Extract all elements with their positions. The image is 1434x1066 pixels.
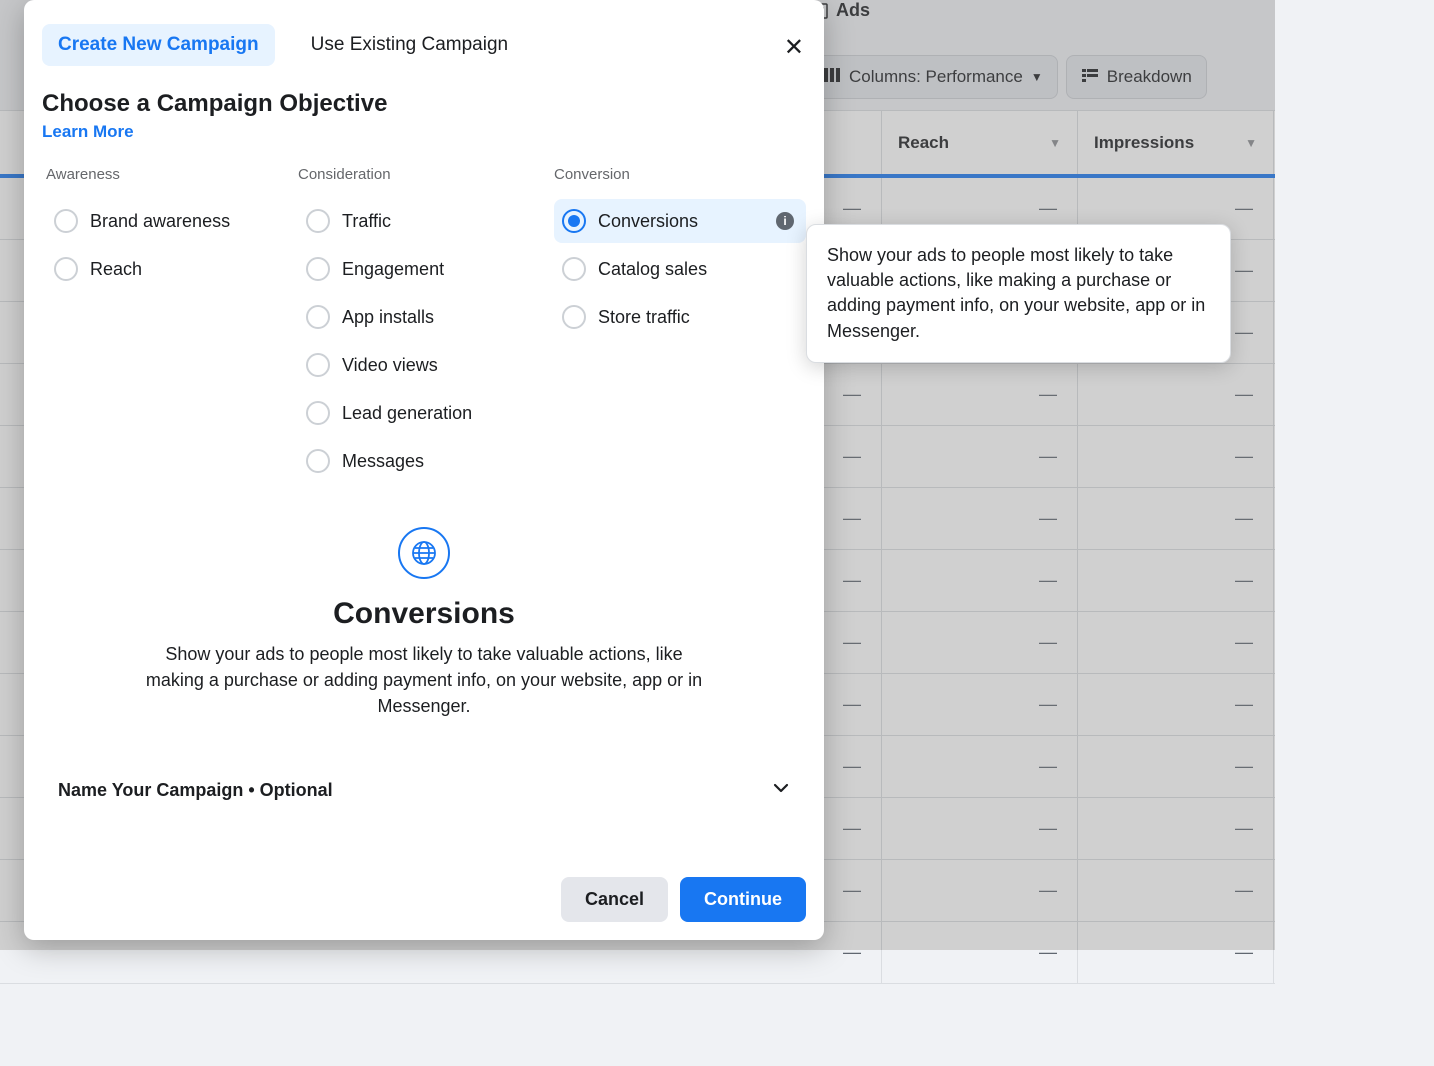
breakdown-button[interactable]: Breakdown <box>1066 55 1207 99</box>
radio-icon <box>562 209 586 233</box>
objective-detail-desc: Show your ads to people most likely to t… <box>134 641 714 719</box>
objective-store-traffic[interactable]: Store traffic <box>554 295 806 339</box>
radio-icon <box>306 257 330 281</box>
objective-brand-awareness[interactable]: Brand awareness <box>46 199 292 243</box>
continue-button[interactable]: Continue <box>680 877 806 922</box>
radio-icon <box>54 209 78 233</box>
chevron-down-icon <box>772 779 790 802</box>
learn-more-link[interactable]: Learn More <box>42 122 806 142</box>
columns-label: Columns: Performance <box>849 67 1023 87</box>
objective-video-views[interactable]: Video views <box>298 343 548 387</box>
radio-icon <box>306 449 330 473</box>
tab-ads-label: Ads <box>836 0 870 21</box>
th-reach[interactable]: Reach▼ <box>882 111 1078 174</box>
radio-icon <box>306 401 330 425</box>
objective-lead-generation[interactable]: Lead generation <box>298 391 548 435</box>
tab-use-existing[interactable]: Use Existing Campaign <box>295 24 524 66</box>
objective-catalog-sales[interactable]: Catalog sales <box>554 247 806 291</box>
col-conversion-header: Conversion <box>554 166 806 183</box>
objective-detail-title: Conversions <box>42 597 806 631</box>
objective-conversions[interactable]: Conversions i <box>554 199 806 243</box>
radio-icon <box>306 353 330 377</box>
radio-icon <box>306 305 330 329</box>
objective-reach[interactable]: Reach <box>46 247 292 291</box>
columns-button[interactable]: Columns: Performance ▼ <box>808 55 1058 99</box>
sort-caret-icon: ▼ <box>1245 136 1257 150</box>
caret-down-icon: ▼ <box>1031 70 1043 84</box>
breakdown-icon <box>1081 66 1099 89</box>
objective-traffic[interactable]: Traffic <box>298 199 548 243</box>
sort-caret-icon: ▼ <box>1049 136 1061 150</box>
radio-icon <box>562 257 586 281</box>
globe-icon <box>398 527 450 579</box>
close-icon[interactable]: ✕ <box>784 36 804 60</box>
breakdown-label: Breakdown <box>1107 67 1192 87</box>
tab-create-new[interactable]: Create New Campaign <box>42 24 275 66</box>
columns-icon <box>823 66 841 89</box>
objective-app-installs[interactable]: App installs <box>298 295 548 339</box>
radio-icon <box>562 305 586 329</box>
th-impressions[interactable]: Impressions▼ <box>1078 111 1274 174</box>
objective-tooltip: Show your ads to people most likely to t… <box>806 224 1231 363</box>
section-title: Choose a Campaign Objective <box>42 90 806 118</box>
cancel-button[interactable]: Cancel <box>561 877 668 922</box>
radio-icon <box>306 209 330 233</box>
col-awareness-header: Awareness <box>46 166 292 183</box>
create-campaign-modal: Create New Campaign Use Existing Campaig… <box>24 0 824 940</box>
radio-icon <box>54 257 78 281</box>
objective-engagement[interactable]: Engagement <box>298 247 548 291</box>
col-consideration-header: Consideration <box>298 166 548 183</box>
objective-messages[interactable]: Messages <box>298 439 548 483</box>
name-campaign-toggle[interactable]: Name Your Campaign • Optional <box>42 769 806 812</box>
info-icon[interactable]: i <box>776 212 794 230</box>
